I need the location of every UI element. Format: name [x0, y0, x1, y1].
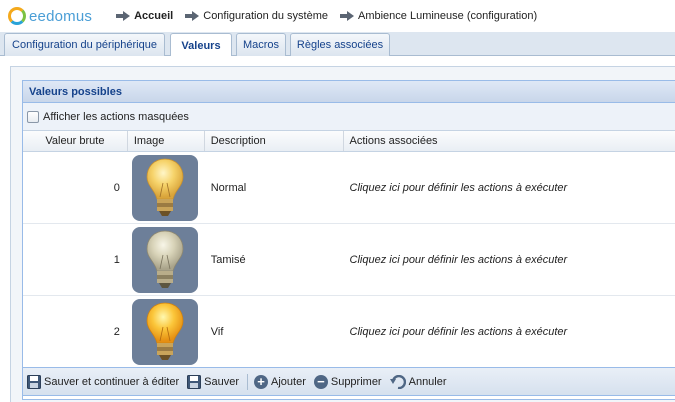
raw-value: 1 [113, 253, 120, 266]
values-grid-panel: Valeurs possibles Afficher les actions m… [22, 80, 675, 400]
table-row[interactable]: 2 Vif Cliquez ici pour définir les actio… [23, 296, 675, 368]
floppy-disk-icon [27, 374, 41, 389]
panel-title: Valeurs possibles [23, 81, 675, 103]
logo[interactable]: eedomus [8, 7, 92, 25]
col-header-description[interactable]: Description [205, 131, 344, 151]
save-button[interactable]: Sauver [187, 374, 239, 389]
arrow-right-icon [116, 11, 131, 21]
cancel-button[interactable]: Annuler [389, 374, 447, 389]
arrow-right-icon [185, 11, 200, 21]
bottom-toolbar: Sauver et continuer à éditer Sauver + Aj… [22, 367, 675, 396]
minus-icon: − [313, 374, 328, 389]
toolbar-separator [247, 373, 248, 390]
undo-icon [389, 374, 406, 389]
bulb-icon [131, 298, 198, 365]
add-button[interactable]: + Ajouter [254, 374, 306, 389]
breadcrumb-item-device-config[interactable]: Ambience Lumineuse (configuration) [339, 10, 537, 22]
description: Tamisé [210, 253, 246, 266]
breadcrumb-item-home[interactable]: Accueil [116, 10, 173, 22]
app-header: eedomus Accueil Configuration du système… [0, 0, 675, 32]
raw-value: 0 [113, 181, 120, 194]
table-row[interactable]: 1 Tamisé Cliquez ici pour définir les ac… [23, 224, 675, 296]
show-hidden-checkbox[interactable] [27, 110, 39, 123]
actions-link[interactable]: Cliquez ici pour définir les actions à e… [344, 224, 675, 295]
tab-rules[interactable]: Règles associées [290, 33, 390, 56]
col-header-image[interactable]: Image [128, 131, 205, 151]
bulb-icon [131, 226, 198, 293]
actions-link[interactable]: Cliquez ici pour définir les actions à e… [344, 296, 675, 367]
bulb-icon [131, 154, 198, 221]
breadcrumb: Accueil Configuration du système Ambienc… [116, 10, 549, 22]
description: Normal [210, 181, 247, 194]
description: Vif [210, 325, 224, 338]
breadcrumb-item-system-config[interactable]: Configuration du système [185, 10, 328, 22]
arrow-right-icon [339, 11, 354, 21]
delete-button[interactable]: − Supprimer [313, 374, 382, 389]
table-row[interactable]: 0 Normal Cliquez ici pour définir les ac… [23, 152, 675, 224]
show-hidden-label: Afficher les actions masquées [43, 110, 189, 123]
tab-values[interactable]: Valeurs [170, 33, 232, 57]
tab-device-config[interactable]: Configuration du périphérique [4, 33, 165, 56]
show-hidden-toggle[interactable]: Afficher les actions masquées [23, 103, 675, 131]
col-header-raw-value[interactable]: Valeur brute [23, 131, 128, 151]
eedomus-logo-icon [8, 7, 26, 25]
tab-macros[interactable]: Macros [236, 33, 286, 56]
floppy-disk-icon [187, 374, 202, 389]
column-headers: Valeur brute Image Description Actions a… [23, 131, 675, 152]
raw-value: 2 [113, 325, 120, 338]
save-continue-button[interactable]: Sauver et continuer à éditer [27, 374, 179, 389]
tab-bar: Configuration du périphérique Valeurs Ma… [0, 32, 675, 57]
plus-icon: + [254, 374, 268, 389]
logo-text: eedomus [29, 7, 93, 25]
actions-link[interactable]: Cliquez ici pour définir les actions à e… [344, 152, 675, 223]
col-header-actions[interactable]: Actions associées [344, 131, 675, 151]
